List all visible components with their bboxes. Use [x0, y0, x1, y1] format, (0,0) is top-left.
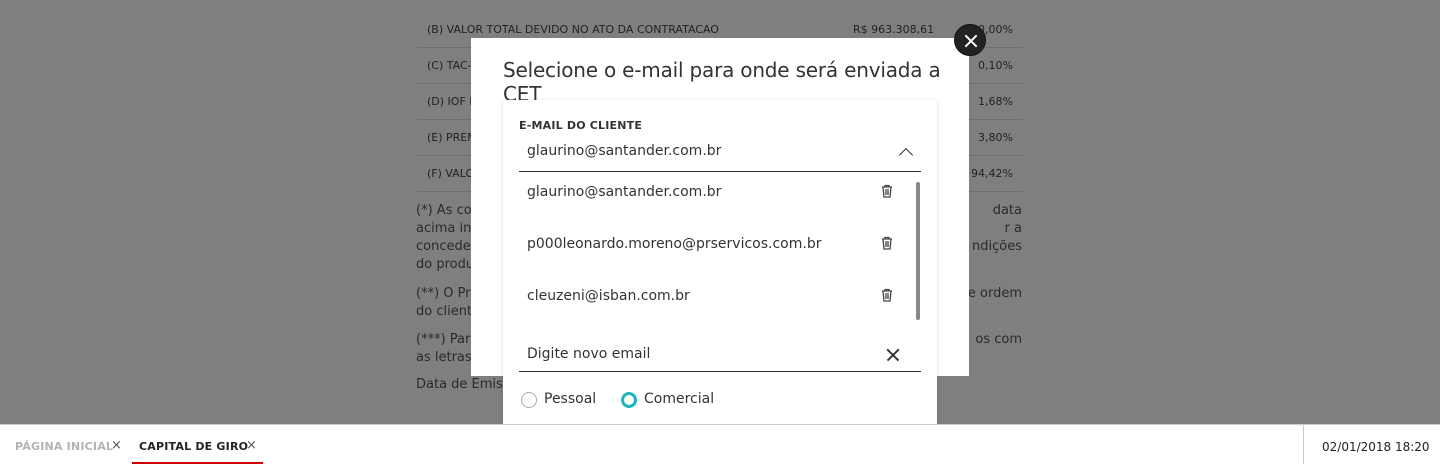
radio-label: Comercial	[644, 391, 715, 407]
email-type-radio-group: Pessoal Comercial	[519, 390, 919, 410]
radio-circle-icon	[521, 392, 537, 408]
close-tab-icon[interactable]: ×	[246, 438, 257, 453]
list-scrollbar[interactable]	[916, 182, 920, 320]
datetime-display: 02/01/2018 18:20	[1303, 425, 1440, 464]
chevron-up-icon	[898, 147, 914, 163]
trash-icon[interactable]	[880, 236, 894, 250]
email-options-list: glaurino@santander.com.br p000leonardo.m…	[519, 174, 921, 320]
email-dropdown[interactable]: glaurino@santander.com.br	[519, 138, 921, 172]
scrollbar-thumb[interactable]	[916, 182, 920, 320]
email-option[interactable]: cleuzeni@isban.com.br	[519, 278, 899, 330]
email-option[interactable]: glaurino@santander.com.br	[519, 174, 899, 226]
selected-email: glaurino@santander.com.br	[527, 143, 722, 159]
new-email-field-wrapper	[519, 338, 921, 372]
field-label: E-MAIL DO CLIENTE	[519, 119, 643, 132]
modal-title: Selecione o e-mail para onde será enviad…	[503, 58, 941, 106]
clear-icon[interactable]	[885, 347, 901, 363]
trash-icon[interactable]	[880, 184, 894, 198]
email-option[interactable]: p000leonardo.moreno@prservicos.com.br	[519, 226, 899, 278]
tab-label: CAPITAL DE GIRO	[139, 440, 249, 453]
bottom-tab-bar: PÁGINA INICIAL × CAPITAL DE GIRO × 02/01…	[0, 424, 1440, 464]
datetime-text: 02/01/2018 18:20	[1322, 440, 1430, 454]
radio-label: Pessoal	[544, 391, 597, 407]
tab-label: PÁGINA INICIAL	[15, 440, 114, 453]
email-option-label: cleuzeni@isban.com.br	[527, 288, 690, 304]
new-email-input[interactable]	[527, 346, 867, 362]
email-option-label: glaurino@santander.com.br	[527, 184, 722, 200]
email-select-card: E-MAIL DO CLIENTE glaurino@santander.com…	[503, 100, 937, 424]
email-option-label: p000leonardo.moreno@prservicos.com.br	[527, 236, 822, 252]
trash-icon[interactable]	[880, 288, 894, 302]
close-tab-icon[interactable]: ×	[111, 438, 122, 453]
close-modal-button[interactable]	[954, 24, 986, 56]
radio-selected-icon	[621, 392, 637, 408]
